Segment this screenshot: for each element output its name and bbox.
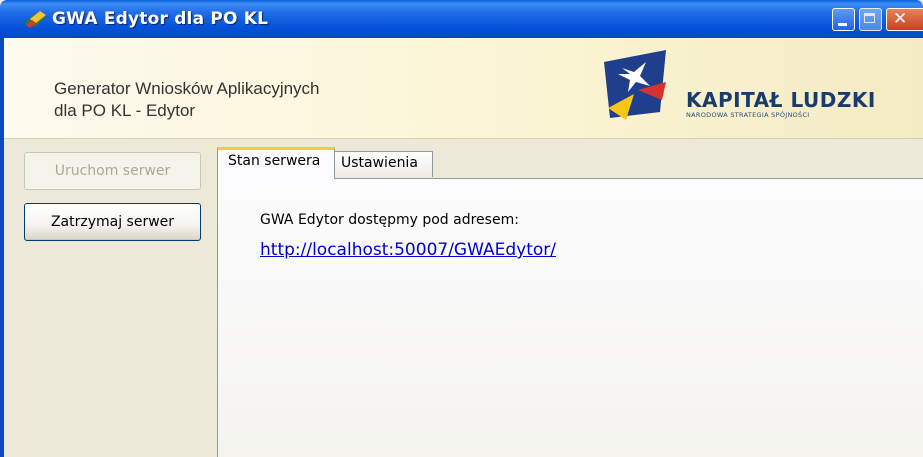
server-address-label: GWA Edytor dostępmy pod adresem:: [260, 212, 519, 228]
kapital-ludzki-logo-icon: [604, 50, 666, 120]
close-button[interactable]: ✕: [886, 8, 923, 31]
server-url-link[interactable]: http://localhost:50007/GWAEdytor/: [260, 240, 556, 260]
header-title: Generator Wniosków Aplikacyjnych dla PO …: [54, 79, 320, 120]
start-server-button[interactable]: Uruchom serwer: [24, 152, 201, 190]
app-window: GWA Edytor dla PO KL ✕ Generator Wnioskó…: [0, 0, 923, 457]
app-flag-icon: [24, 11, 46, 28]
title-bar[interactable]: GWA Edytor dla PO KL ✕: [0, 0, 923, 38]
tab-settings[interactable]: Ustawienia: [335, 151, 433, 177]
minimize-button[interactable]: [832, 8, 855, 31]
logo-name: KAPITAŁ LUDZKI: [686, 88, 876, 112]
server-status-panel: GWA Edytor dostępmy pod adresem: http://…: [217, 178, 923, 457]
logo-subtitle: NARODOWA STRATEGIA SPÓJNOŚCI: [686, 111, 810, 119]
maximize-button[interactable]: [859, 8, 882, 31]
tab-server-status[interactable]: Stan serwera: [217, 147, 335, 179]
close-icon: ✕: [893, 9, 908, 29]
stop-server-button[interactable]: Zatrzymaj serwer: [24, 203, 201, 241]
window-title: GWA Edytor dla PO KL: [52, 9, 269, 29]
